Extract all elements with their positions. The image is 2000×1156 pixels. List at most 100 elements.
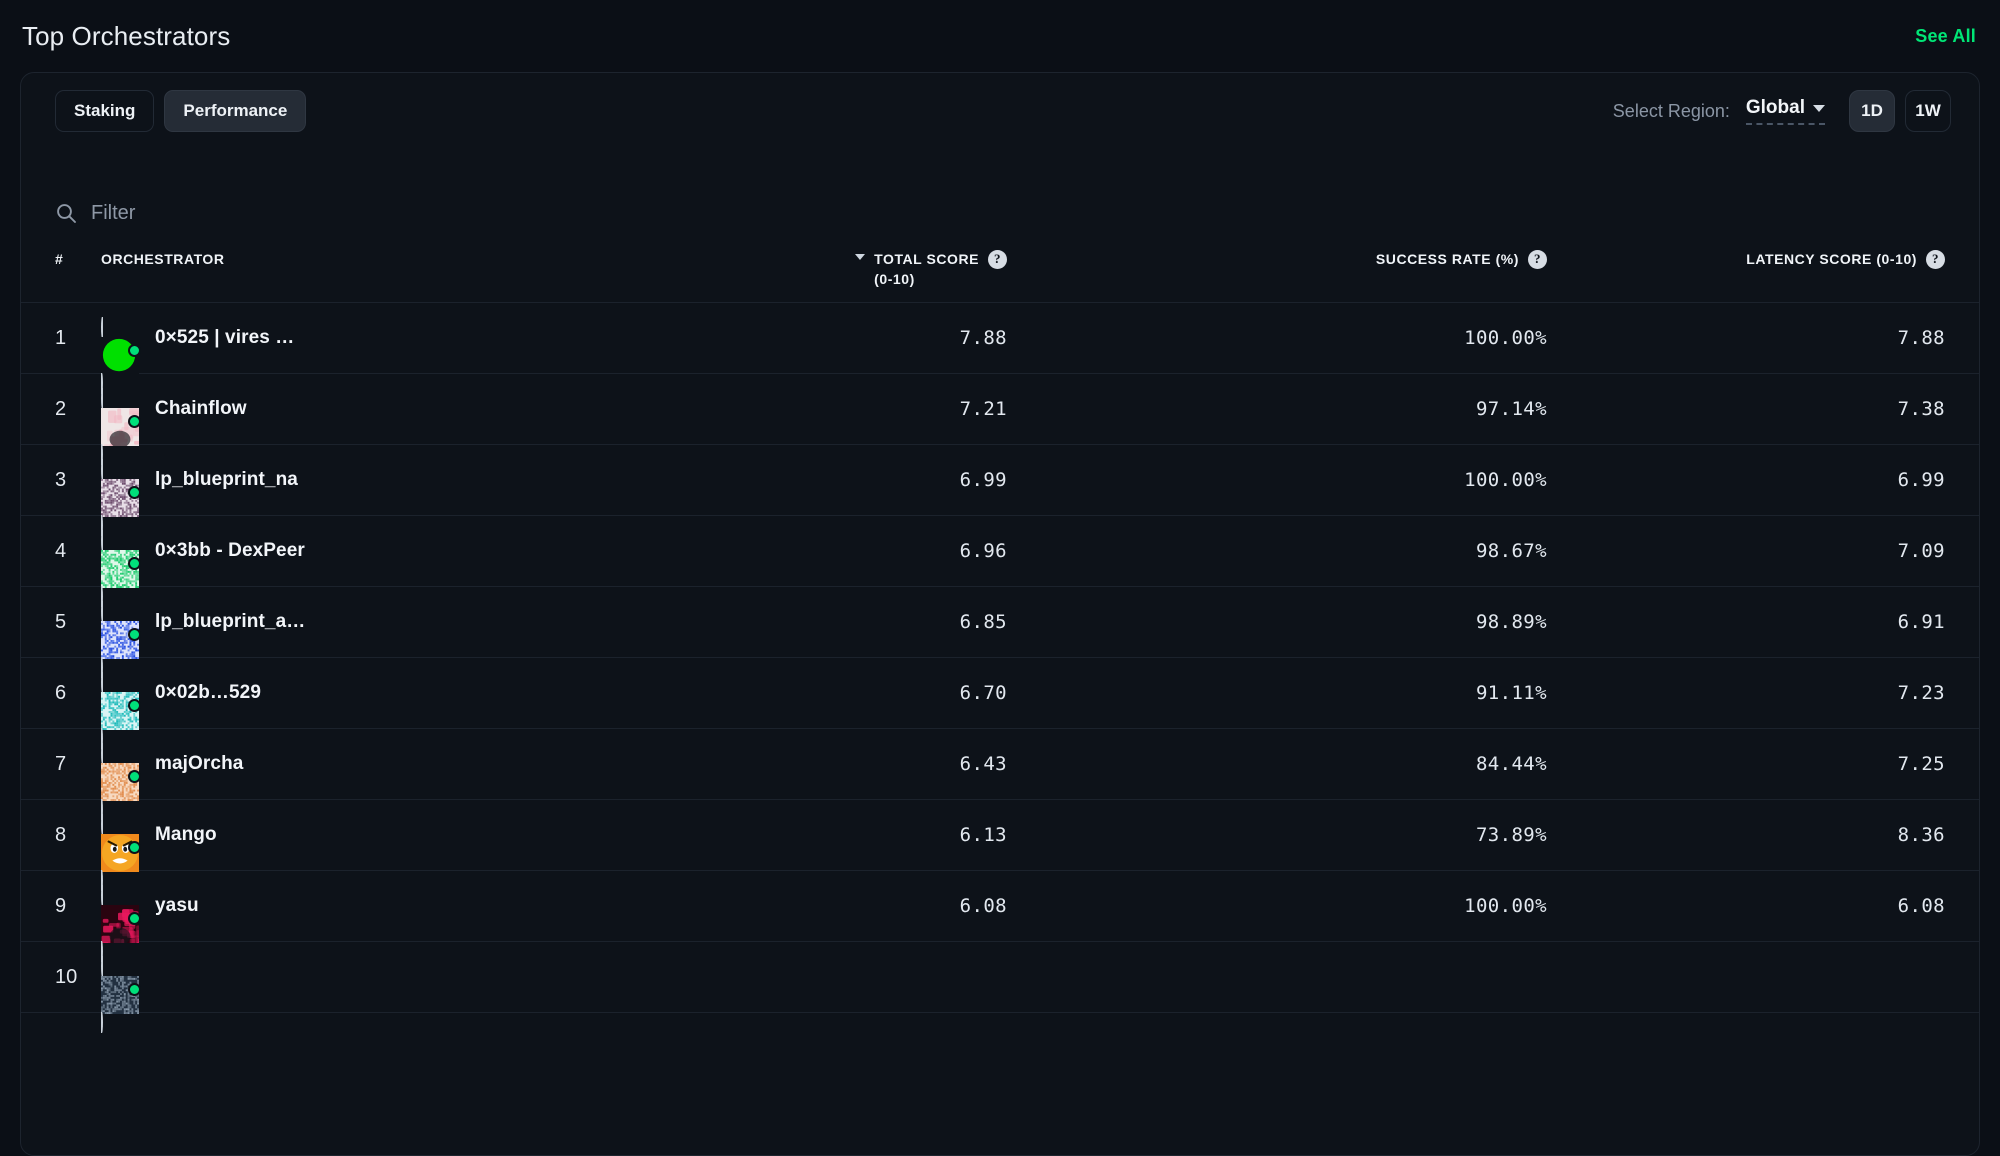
row-total-score: 6.43 [959, 753, 1007, 775]
see-all-link[interactable]: See All [1915, 26, 1976, 47]
column-header-latency-score-label: Latency Score (0-10) [1746, 251, 1917, 267]
row-latency-score: 6.91 [1897, 611, 1945, 633]
row-rank: 5 [55, 610, 67, 633]
row-total-score: 7.21 [959, 398, 1007, 420]
status-badge-online [128, 415, 141, 428]
status-badge-online [128, 628, 141, 641]
range-button-1w[interactable]: 1W [1905, 90, 1951, 132]
row-latency-score: 7.09 [1897, 540, 1945, 562]
avatar [101, 317, 141, 394]
orchestrator-name: Chainflow [155, 398, 247, 419]
status-badge-online [128, 344, 141, 357]
table-row[interactable]: 10 [21, 942, 1979, 1033]
orchestrator-name: 0×3bb - DexPeer [155, 540, 305, 561]
row-latency-score: 7.38 [1897, 398, 1945, 420]
orchestrator-name: Mango [155, 824, 217, 845]
table-header-row: # Orchestrator Total Score (0-10) ? Succ… [21, 241, 1979, 303]
table-row[interactable]: 7 majOrcha 6.43 84.44% 7.25 [21, 729, 1979, 820]
orchestrator-name: 0×525 | vires … [155, 327, 295, 348]
row-rank: 2 [55, 397, 67, 420]
table-row[interactable]: 4 0×3bb - DexPeer 6.96 98.67% 7.09 [21, 516, 1979, 607]
table-row[interactable]: 5 lp_blueprint_a… 6.85 98.89% 6.91 [21, 587, 1979, 678]
card-toolbar: Staking Performance Select Region: Globa… [21, 73, 1979, 149]
avatar [101, 672, 141, 749]
row-rank: 7 [55, 752, 67, 775]
row-latency-score: 7.25 [1897, 753, 1945, 775]
row-rank: 1 [55, 326, 67, 349]
row-success-rate: 84.44% [1475, 753, 1547, 775]
row-total-score: 6.08 [959, 895, 1007, 917]
help-icon-total-score[interactable]: ? [988, 250, 1007, 269]
orchestrators-card: Staking Performance Select Region: Globa… [20, 72, 1980, 1156]
orchestrator-name: lp_blueprint_a… [155, 611, 306, 632]
chevron-down-icon [1813, 104, 1825, 112]
row-orchestrator: Chainflow [101, 388, 647, 465]
help-icon-success-rate[interactable]: ? [1528, 250, 1547, 269]
row-latency-score: 6.08 [1897, 895, 1945, 917]
status-badge-online [128, 699, 141, 712]
help-icon-latency-score[interactable]: ? [1926, 250, 1945, 269]
row-orchestrator: majOrcha [101, 743, 647, 820]
orchestrators-table: # Orchestrator Total Score (0-10) ? Succ… [21, 241, 1979, 1033]
orchestrator-name: yasu [155, 895, 199, 916]
table-row[interactable]: 2 Chainflow 7.21 97.14% 7.38 [21, 374, 1979, 465]
row-latency-score: 7.88 [1897, 327, 1945, 349]
row-rank: 6 [55, 681, 67, 704]
table-row[interactable]: 9 yasu 6.08 100.00% 6.08 [21, 871, 1979, 962]
avatar [101, 459, 141, 536]
column-header-success-rate-label: Success Rate (%) [1375, 251, 1519, 267]
row-rank: 9 [55, 894, 67, 917]
column-header-rank[interactable]: # [55, 249, 101, 269]
avatar [101, 388, 141, 465]
row-total-score: 6.85 [959, 611, 1007, 633]
avatar [101, 743, 141, 820]
row-rank: 3 [55, 468, 67, 491]
row-orchestrator: Mango [101, 814, 647, 891]
row-latency-score: 7.23 [1897, 682, 1945, 704]
row-rank: 4 [55, 539, 67, 562]
table-row[interactable]: 3 lp_blueprint_na 6.99 100.00% 6.99 [21, 445, 1979, 536]
table-row[interactable]: 1 0×525 | vires … 7.88 100.00% 7.88 [21, 303, 1979, 394]
row-success-rate: 98.89% [1475, 611, 1547, 633]
tab-staking[interactable]: Staking [55, 90, 155, 132]
avatar [101, 814, 141, 891]
column-header-latency-score[interactable]: Latency Score (0-10) ? [1547, 249, 1945, 269]
section-header: Top Orchestrators See All [0, 0, 2000, 72]
row-rank: 8 [55, 823, 67, 846]
row-success-rate: 97.14% [1475, 398, 1547, 420]
table-row[interactable]: 6 0×02b…529 6.70 91.11% 7.23 [21, 658, 1979, 749]
status-badge-online [128, 557, 141, 570]
column-header-total-score-label: Total Score [874, 251, 979, 267]
view-tab-group: Staking Performance [55, 90, 307, 132]
row-orchestrator: 0×525 | vires … [101, 317, 647, 394]
row-orchestrator [101, 956, 647, 1033]
status-badge-online [128, 841, 141, 854]
time-range-group: 1D 1W [1849, 90, 1951, 132]
row-orchestrator: 0×3bb - DexPeer [101, 530, 647, 607]
status-badge-online [128, 912, 141, 925]
page-title: Top Orchestrators [22, 20, 231, 51]
row-orchestrator: yasu [101, 885, 647, 962]
column-header-total-score-text: Total Score (0-10) [874, 249, 979, 290]
row-total-score: 6.70 [959, 682, 1007, 704]
row-success-rate: 100.00% [1464, 327, 1547, 349]
status-badge-online [128, 983, 141, 996]
row-success-rate: 100.00% [1464, 895, 1547, 917]
region-select[interactable]: Global [1745, 97, 1825, 125]
row-total-score: 6.96 [959, 540, 1007, 562]
row-latency-score: 6.99 [1897, 469, 1945, 491]
column-header-total-score[interactable]: Total Score (0-10) ? [647, 249, 1007, 290]
column-header-total-score-sublabel: (0-10) [874, 271, 915, 288]
sort-descending-icon [855, 254, 866, 260]
column-header-orchestrator[interactable]: Orchestrator [101, 249, 647, 269]
row-latency-score: 8.36 [1897, 824, 1945, 846]
tab-performance[interactable]: Performance [164, 90, 307, 132]
table-row[interactable]: 8 Mango 6.13 73.89% 8.36 [21, 800, 1979, 891]
range-button-1d[interactable]: 1D [1849, 90, 1895, 132]
column-header-success-rate[interactable]: Success Rate (%) ? [1007, 249, 1547, 269]
filter-row [55, 191, 755, 235]
row-orchestrator: lp_blueprint_a… [101, 601, 647, 678]
status-badge-online [128, 486, 141, 499]
orchestrator-name: 0×02b…529 [155, 682, 262, 703]
search-input[interactable] [91, 201, 755, 225]
